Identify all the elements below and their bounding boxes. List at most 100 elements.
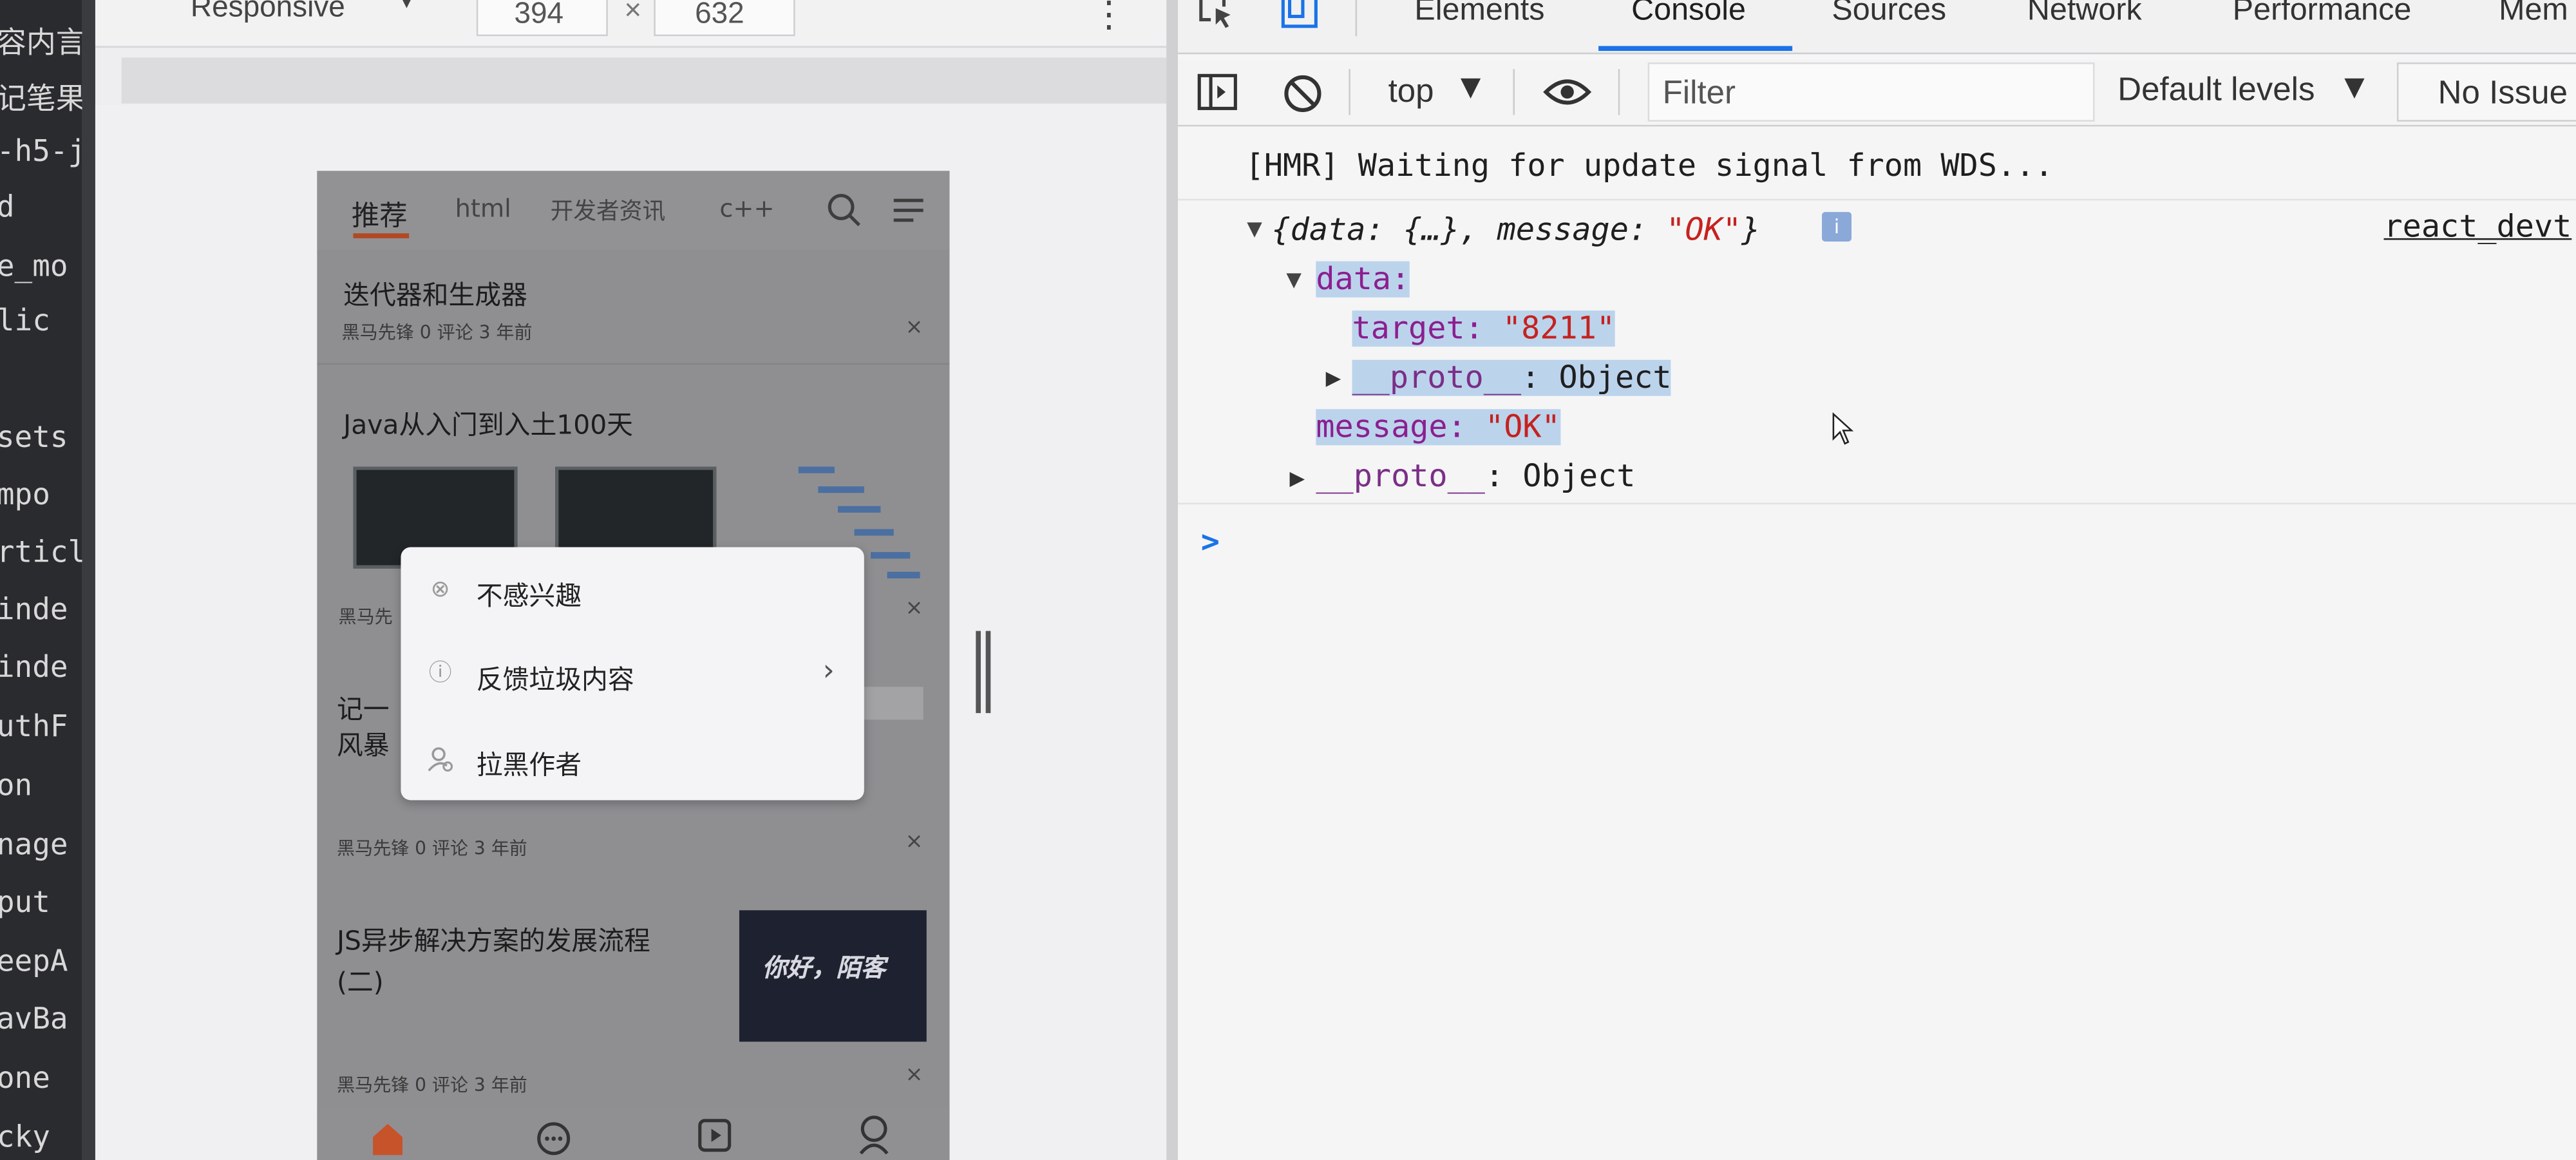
explorer-item[interactable]: lic [0,304,50,339]
explorer-item[interactable]: mpo [0,478,50,513]
tab-cpp[interactable]: c++ [719,194,774,223]
report-spam-item[interactable]: ⓘ 反馈垃圾内容 › [401,634,864,717]
explorer-item[interactable]: rticle [0,536,82,571]
expand-triangle-icon[interactable]: ▼ [1247,217,1262,240]
article-title-line2[interactable]: (二) [337,960,384,999]
block-author-item[interactable]: 拉黑作者 [401,719,864,802]
article-thumbnail[interactable]: 你好，陌客 [739,910,927,1042]
eye-icon[interactable] [1542,74,1592,110]
console-prompt[interactable]: > [1201,524,1220,560]
x-circle-icon: ⊗ [430,576,450,604]
home-icon[interactable] [370,1121,406,1157]
close-icon[interactable]: × [905,1063,923,1087]
info-circle-icon: ⓘ [428,660,452,687]
explorer-item[interactable]: on [0,769,32,804]
info-icon[interactable]: i [1822,212,1852,242]
explorer-item[interactable]: cky [0,1121,50,1155]
explorer-item[interactable]: -h5-j: [0,135,82,169]
responsive-dropdown[interactable]: Responsive [191,0,345,24]
tab-dev-news[interactable]: 开发者资讯 [551,194,666,227]
article-title[interactable]: Java从入门到入土100天 [343,403,633,442]
devtools-tabbar: Elements Console Sources Network Perform… [1178,0,2576,55]
tab-sources[interactable]: Sources [1832,0,1946,30]
explorer-item[interactable]: sets [0,421,68,455]
article-title[interactable]: 记一 [337,687,390,726]
tab-elements[interactable]: Elements [1414,0,1544,30]
expand-triangle-icon[interactable]: ▼ [1286,268,1302,291]
log-levels-dropdown[interactable]: Default levels [2117,72,2315,110]
tab-performance[interactable]: Performance [2233,0,2412,30]
tab-console[interactable]: Console [1631,0,1746,30]
resize-handle[interactable] [976,631,992,714]
explorer-item[interactable]: one [0,1061,50,1096]
chevron-down-icon[interactable]: ▼ [1461,71,1481,102]
bottom-tabbar [317,1107,950,1160]
tab-memory[interactable]: Mem [2499,0,2568,30]
divider [1178,502,2576,505]
user-block-icon [427,746,453,772]
explorer-item[interactable]: inde [0,651,68,685]
active-tab-indicator [353,233,410,238]
explorer-item[interactable]: eepA [0,945,68,980]
close-icon[interactable]: × [905,830,923,854]
filter-input[interactable]: Filter [1647,62,2095,122]
explorer-item[interactable]: 容内言 [0,20,82,62]
code-editor-explorer: 容内言 记笔果 -h5-j: d e_mo lic sets mpo rticl… [0,0,82,1160]
inspect-element-icon[interactable] [1198,0,1237,30]
media-query-bar[interactable] [121,57,1167,104]
explorer-item[interactable]: nage [0,828,68,863]
explorer-item[interactable]: put [0,886,50,920]
divider [1178,198,2576,201]
chevron-right-icon: › [822,654,835,689]
data-property-key[interactable]: data: [1316,261,1410,298]
tab-html[interactable]: html [455,194,511,223]
width-input[interactable]: 394 [476,0,608,37]
separator [1355,0,1358,37]
article-title[interactable]: 迭代器和生成器 [343,272,527,312]
close-icon[interactable]: × [905,316,923,340]
mouse-cursor-icon [1832,412,1854,445]
expand-triangle-icon[interactable]: ▶ [1326,366,1341,390]
console-log-hmr: [HMR] Waiting for update signal from WDS… [1245,147,2054,184]
search-icon[interactable] [826,192,862,228]
height-input[interactable]: 632 [654,0,795,37]
data-proto-property[interactable]: __proto__: Object [1352,359,1672,396]
tab-network[interactable]: Network [2027,0,2142,30]
object-summary[interactable]: {data: {…}, message: "OK"} [1271,212,1760,248]
explorer-item[interactable]: avBa [0,1002,68,1037]
expand-triangle-icon[interactable]: ▶ [1290,466,1305,490]
separator [1618,69,1620,115]
menu-icon[interactable] [892,196,925,225]
explorer-item[interactable]: 记笔果 [0,75,82,118]
context-select[interactable]: top [1388,74,1434,112]
article-title[interactable]: JS异步解决方案的发展流程 [337,918,650,958]
thumbnail-text: 你好，陌客 [762,953,886,983]
explorer-item[interactable]: uthF [0,710,68,745]
panel-splitter[interactable] [1166,0,1179,1160]
clear-console-icon[interactable] [1282,72,1324,115]
explorer-item[interactable]: e_mo [0,250,68,285]
video-icon[interactable] [697,1117,733,1154]
chevron-down-icon[interactable]: ▼ [2344,71,2364,102]
target-property[interactable]: target: "8211" [1352,310,1616,347]
explorer-item[interactable]: inde [0,593,68,628]
more-options-icon[interactable]: ⋮ [1091,0,1127,36]
explorer-item[interactable]: d [0,191,15,225]
article-thumbnail[interactable] [864,687,923,720]
times-icon: × [624,0,642,26]
article-title-line2[interactable]: 风暴 [337,723,390,762]
not-interested-item[interactable]: ⊗ 不感兴趣 [401,551,864,633]
chat-icon[interactable] [536,1121,572,1157]
chevron-down-icon[interactable]: ▾ [401,0,412,15]
tab-recommend[interactable]: 推荐 [352,192,408,233]
devtools-panel: Elements Console Sources Network Perform… [1178,0,2576,1160]
close-icon[interactable]: × [905,596,923,621]
source-link[interactable]: react_devt [2384,209,2572,245]
separator [1349,69,1350,115]
message-property[interactable]: message: "OK" [1316,409,1560,446]
profile-icon[interactable] [856,1114,892,1157]
issues-button[interactable]: No Issue [2396,62,2576,122]
object-proto-property[interactable]: __proto__: Object [1316,459,1635,495]
sidebar-toggle-icon[interactable] [1196,72,1238,111]
device-toggle-icon[interactable] [1280,0,1322,30]
